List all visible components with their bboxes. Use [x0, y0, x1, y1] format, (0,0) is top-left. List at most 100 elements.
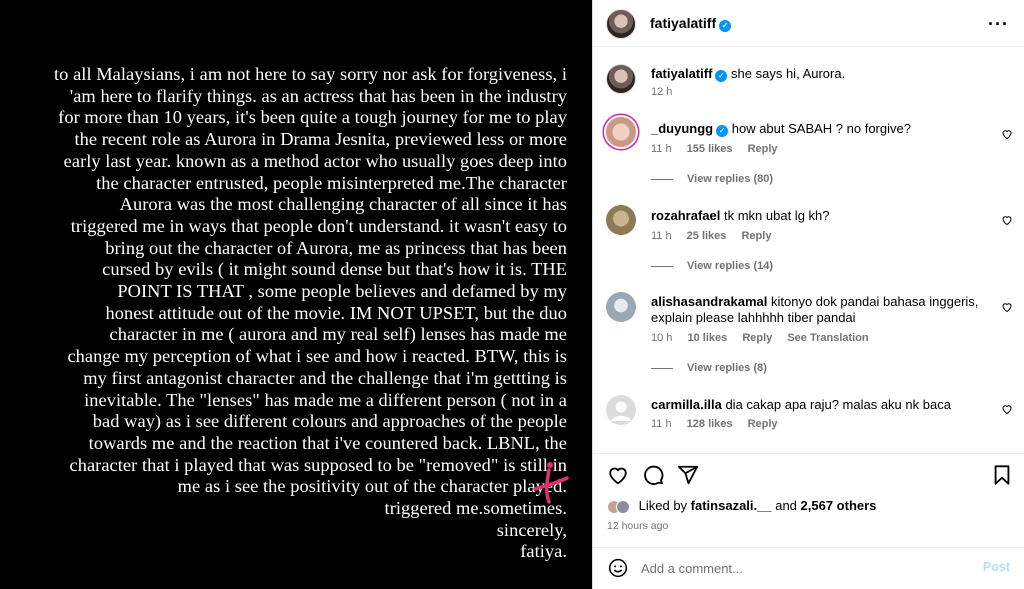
comment-time[interactable]: 11 h: [651, 143, 672, 155]
comment-body: how abut SABAH ? no forgive?: [731, 121, 911, 136]
comment-meta: 11 h 25 likes Reply: [651, 230, 783, 242]
more-horizontal-icon[interactable]: ···: [988, 14, 1009, 35]
heart-outline-icon[interactable]: [1001, 214, 1013, 226]
comment-body: tk mkn ubat lg kh?: [724, 208, 830, 223]
verified-badge-icon: ✓: [715, 70, 728, 82]
story-text-line: the recent role as Aurora in Drama Jesni…: [74, 129, 567, 150]
bookmark-icon[interactable]: [991, 464, 1013, 486]
comment-username[interactable]: rozahrafael: [651, 208, 720, 223]
avatar[interactable]: [606, 395, 636, 425]
story-text-line: for more than 10 years, it's been quite …: [58, 107, 567, 128]
post-button[interactable]: Post: [983, 560, 1010, 574]
avatar[interactable]: [606, 292, 636, 322]
comment-username[interactable]: _duyungg: [651, 121, 713, 136]
story-text-block: to all Malaysians, i am not here to say …: [18, 64, 567, 563]
story-text-line: triggered me.sometimes.: [384, 498, 567, 519]
comment-username[interactable]: alishasandrakamal: [651, 294, 767, 309]
comment-likes[interactable]: 155 likes: [687, 143, 733, 155]
verified-badge-icon: ✓: [716, 125, 729, 137]
header-username-text[interactable]: fatiyalatiff: [650, 15, 716, 31]
comment-bubble-icon[interactable]: [642, 464, 664, 486]
view-replies-button[interactable]: View replies (80): [651, 173, 773, 185]
story-text-line: character in me ( aurora and my real sel…: [109, 324, 567, 345]
comment-body: dia cakap apa raju? malas aku nk baca: [725, 397, 951, 412]
reply-button[interactable]: Reply: [748, 418, 778, 430]
story-text-line: POINT IS THAT , some people believes and…: [117, 281, 567, 302]
post-time[interactable]: 12 hours ago: [607, 520, 668, 532]
likes-count[interactable]: 2,567 others: [801, 498, 877, 513]
view-replies-label[interactable]: View replies (80): [687, 173, 773, 185]
comment-likes[interactable]: 25 likes: [687, 230, 727, 242]
story-text-line: cursed by evils ( it might sound dense b…: [102, 259, 567, 280]
comment-time[interactable]: 11 h: [651, 418, 672, 430]
comment-time[interactable]: 10 h: [651, 332, 672, 344]
reply-button[interactable]: Reply: [741, 230, 771, 242]
heart-outline-icon[interactable]: [1001, 403, 1013, 415]
story-text-line: 'am here to flarify things. as an actres…: [69, 85, 567, 106]
story-text-line: bring out the character of Aurora, me as…: [105, 237, 567, 258]
story-text-line: honest attitude out of the movie. IM NOT…: [105, 302, 567, 323]
comment-composer: Post: [593, 547, 1024, 589]
caption-time[interactable]: 12 h: [651, 86, 672, 98]
story-text-line: inevitable. The "lenses" has made me a d…: [84, 389, 567, 410]
caption-meta: 12 h: [651, 86, 684, 98]
action-bar: [593, 453, 1024, 493]
comment-time[interactable]: 11 h: [651, 230, 672, 242]
view-replies-label[interactable]: View replies (8): [687, 362, 767, 374]
story-text-line: the character entrusted, people misinter…: [96, 172, 567, 193]
avatar[interactable]: [606, 205, 636, 235]
caption-body: she says hi, Aurora.: [731, 66, 846, 81]
story-text-line: towards me and the reaction that i've co…: [88, 432, 567, 453]
avatar: [616, 499, 630, 514]
comment-meta: 10 h 10 likes Reply See Translation: [651, 332, 881, 344]
story-text-line: fatiya.: [520, 541, 567, 562]
view-replies-button[interactable]: View replies (14): [651, 260, 773, 272]
reply-button[interactable]: Reply: [742, 332, 772, 344]
avatar[interactable]: [606, 9, 636, 39]
likes-and-label: and: [771, 498, 801, 513]
comment-likes[interactable]: 128 likes: [687, 418, 733, 430]
avatar[interactable]: [606, 117, 636, 147]
story-text-line: Aurora was the most challenging characte…: [119, 194, 567, 215]
view-replies-button[interactable]: View replies (8): [651, 362, 767, 374]
heart-outline-icon[interactable]: [1001, 301, 1013, 313]
story-text-line: bad way) as i see different colours and …: [92, 411, 567, 432]
post-side-panel: fatiyalatiff ✓ ··· fatiyalatiff ✓ she says…: [592, 0, 1024, 589]
post-image: to all Malaysians, i am not here to say …: [0, 0, 592, 589]
story-text-line: my first antagonist character and the ch…: [83, 367, 567, 388]
comment-text: rozahrafael tk mkn ubat lg kh?: [651, 208, 991, 224]
story-text-line: sincerely,: [496, 519, 567, 540]
header-username[interactable]: fatiyalatiff ✓: [650, 15, 732, 32]
view-replies-label[interactable]: View replies (14): [687, 260, 773, 272]
comment-likes[interactable]: 10 likes: [687, 332, 727, 344]
post-header: fatiyalatiff ✓ ···: [593, 0, 1024, 47]
verified-badge-icon: ✓: [719, 20, 732, 32]
liked-by-label: Liked by: [638, 498, 691, 513]
story-text-line: early last year. known as a method actor…: [63, 150, 567, 171]
share-send-icon[interactable]: [677, 464, 699, 486]
comment-meta: 11 h 128 likes Reply: [651, 418, 790, 430]
story-text-line: triggered me in ways that people don't u…: [70, 215, 567, 236]
story-text-line: change my perception of what i see and h…: [67, 346, 567, 367]
comment-text: _duyungg ✓ how abut SABAH ? no forgive?: [651, 121, 991, 137]
default-avatar-icon: [611, 401, 631, 421]
comment-username[interactable]: carmilla.illa: [651, 397, 722, 412]
comment-input[interactable]: [641, 558, 961, 578]
comment-text: carmilla.illa dia cakap apa raju? malas …: [651, 397, 991, 413]
story-text-line: to all Malaysians, i am not here to say …: [54, 64, 567, 84]
handwritten-signature-mark: [533, 462, 569, 504]
comment-meta: 11 h 155 likes Reply: [651, 143, 790, 155]
story-text-line: character that i played that was suppose…: [69, 454, 567, 475]
story-text-line: me as i see the positivity out of the ch…: [177, 476, 567, 497]
reply-button[interactable]: Reply: [748, 143, 778, 155]
caption-username[interactable]: fatiyalatiff: [651, 66, 712, 81]
see-translation-button[interactable]: See Translation: [787, 332, 868, 344]
likes-summary: Liked by fatinsazali.__ and 2,567 others: [607, 498, 876, 514]
comment-text: alishasandrakamal kitonyo dok pandai bah…: [651, 294, 991, 326]
avatar[interactable]: [606, 64, 636, 94]
emoji-icon[interactable]: [608, 558, 628, 578]
heart-outline-icon[interactable]: [1001, 128, 1013, 140]
caption-text: fatiyalatiff ✓ she says hi, Aurora.: [651, 66, 991, 82]
like-heart-icon[interactable]: [607, 464, 629, 486]
liked-by-user[interactable]: fatinsazali.__: [691, 498, 772, 513]
